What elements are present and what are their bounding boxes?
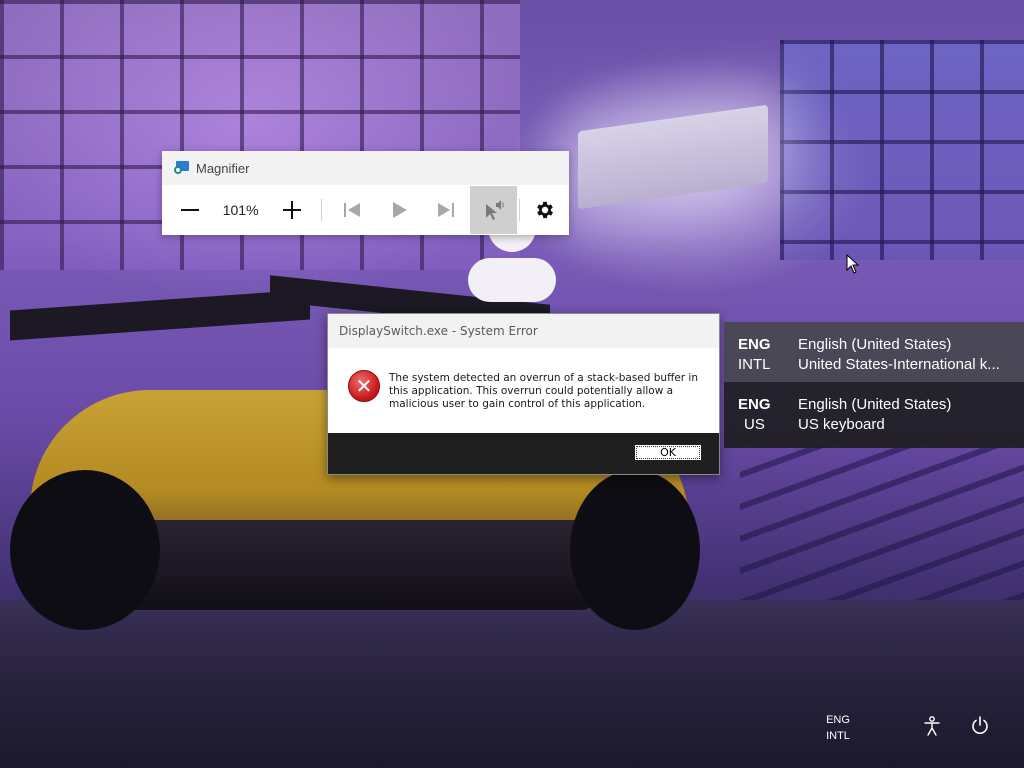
zoom-in-button[interactable] (268, 186, 315, 234)
input-indicator-code: ENG (826, 714, 850, 726)
settings-button[interactable] (522, 186, 569, 234)
ok-button[interactable]: OK (634, 444, 702, 461)
background-window-right (780, 40, 1024, 260)
play-button[interactable] (375, 186, 422, 234)
input-language-list: ENG INTL English (United States) United … (724, 322, 1024, 448)
dialog-body: ✕ The system detected an overrun of a st… (328, 348, 719, 433)
error-message: The system detected an overrun of a stac… (389, 372, 699, 410)
read-from-here-icon (486, 200, 504, 220)
language-name: English (United States) (798, 336, 952, 353)
error-icon: ✕ (348, 370, 380, 402)
dialog-title[interactable]: DisplaySwitch.exe - System Error (328, 314, 719, 348)
minus-icon (180, 209, 199, 211)
skip-previous-icon (343, 203, 360, 217)
next-button[interactable] (423, 186, 470, 234)
magnifier-title: Magnifier (196, 160, 250, 176)
car-wheel-right (570, 470, 700, 630)
car-wing (10, 289, 310, 341)
magnifier-toolbar: 101% (162, 185, 569, 235)
language-subcode: US (744, 416, 765, 433)
accessibility-icon (924, 716, 940, 736)
car-wheel-left (10, 470, 160, 630)
accessibility-button[interactable] (920, 714, 944, 738)
magnifier-app-icon (174, 161, 190, 175)
zoom-level: 101% (222, 202, 259, 218)
play-icon (392, 202, 407, 218)
system-error-dialog: DisplaySwitch.exe - System Error ✕ The s… (327, 313, 720, 475)
magnifier-window: Magnifier 101% (162, 151, 569, 235)
keyboard-name: United States-International k... (798, 356, 1000, 373)
read-from-here-button[interactable] (469, 186, 517, 234)
language-name: English (United States) (798, 396, 952, 413)
gear-icon (537, 201, 554, 219)
language-code: ENG (738, 336, 771, 353)
user-avatar-body (468, 258, 556, 302)
magnifier-titlebar[interactable]: Magnifier (162, 151, 569, 185)
background-stairs (740, 440, 1024, 620)
language-item-eng-us[interactable]: ENG US English (United States) US keyboa… (724, 382, 1024, 448)
input-indicator-subcode: INTL (826, 730, 850, 742)
background-lamp (578, 104, 768, 210)
language-subcode: INTL (738, 356, 771, 373)
power-icon (972, 716, 988, 734)
plus-icon (282, 201, 301, 219)
zoom-out-button[interactable] (166, 186, 213, 234)
power-button[interactable] (968, 714, 992, 738)
mouse-cursor-icon (846, 254, 860, 274)
previous-button[interactable] (328, 186, 375, 234)
toolbar-separator (518, 199, 520, 221)
skip-next-icon (438, 203, 455, 217)
language-code: ENG (738, 396, 771, 413)
dialog-footer: OK (328, 433, 719, 474)
input-indicator-button[interactable]: ENG INTL (820, 712, 856, 744)
language-item-eng-intl[interactable]: ENG INTL English (United States) United … (724, 322, 1024, 382)
toolbar-separator (321, 199, 323, 221)
keyboard-name: US keyboard (798, 416, 885, 433)
